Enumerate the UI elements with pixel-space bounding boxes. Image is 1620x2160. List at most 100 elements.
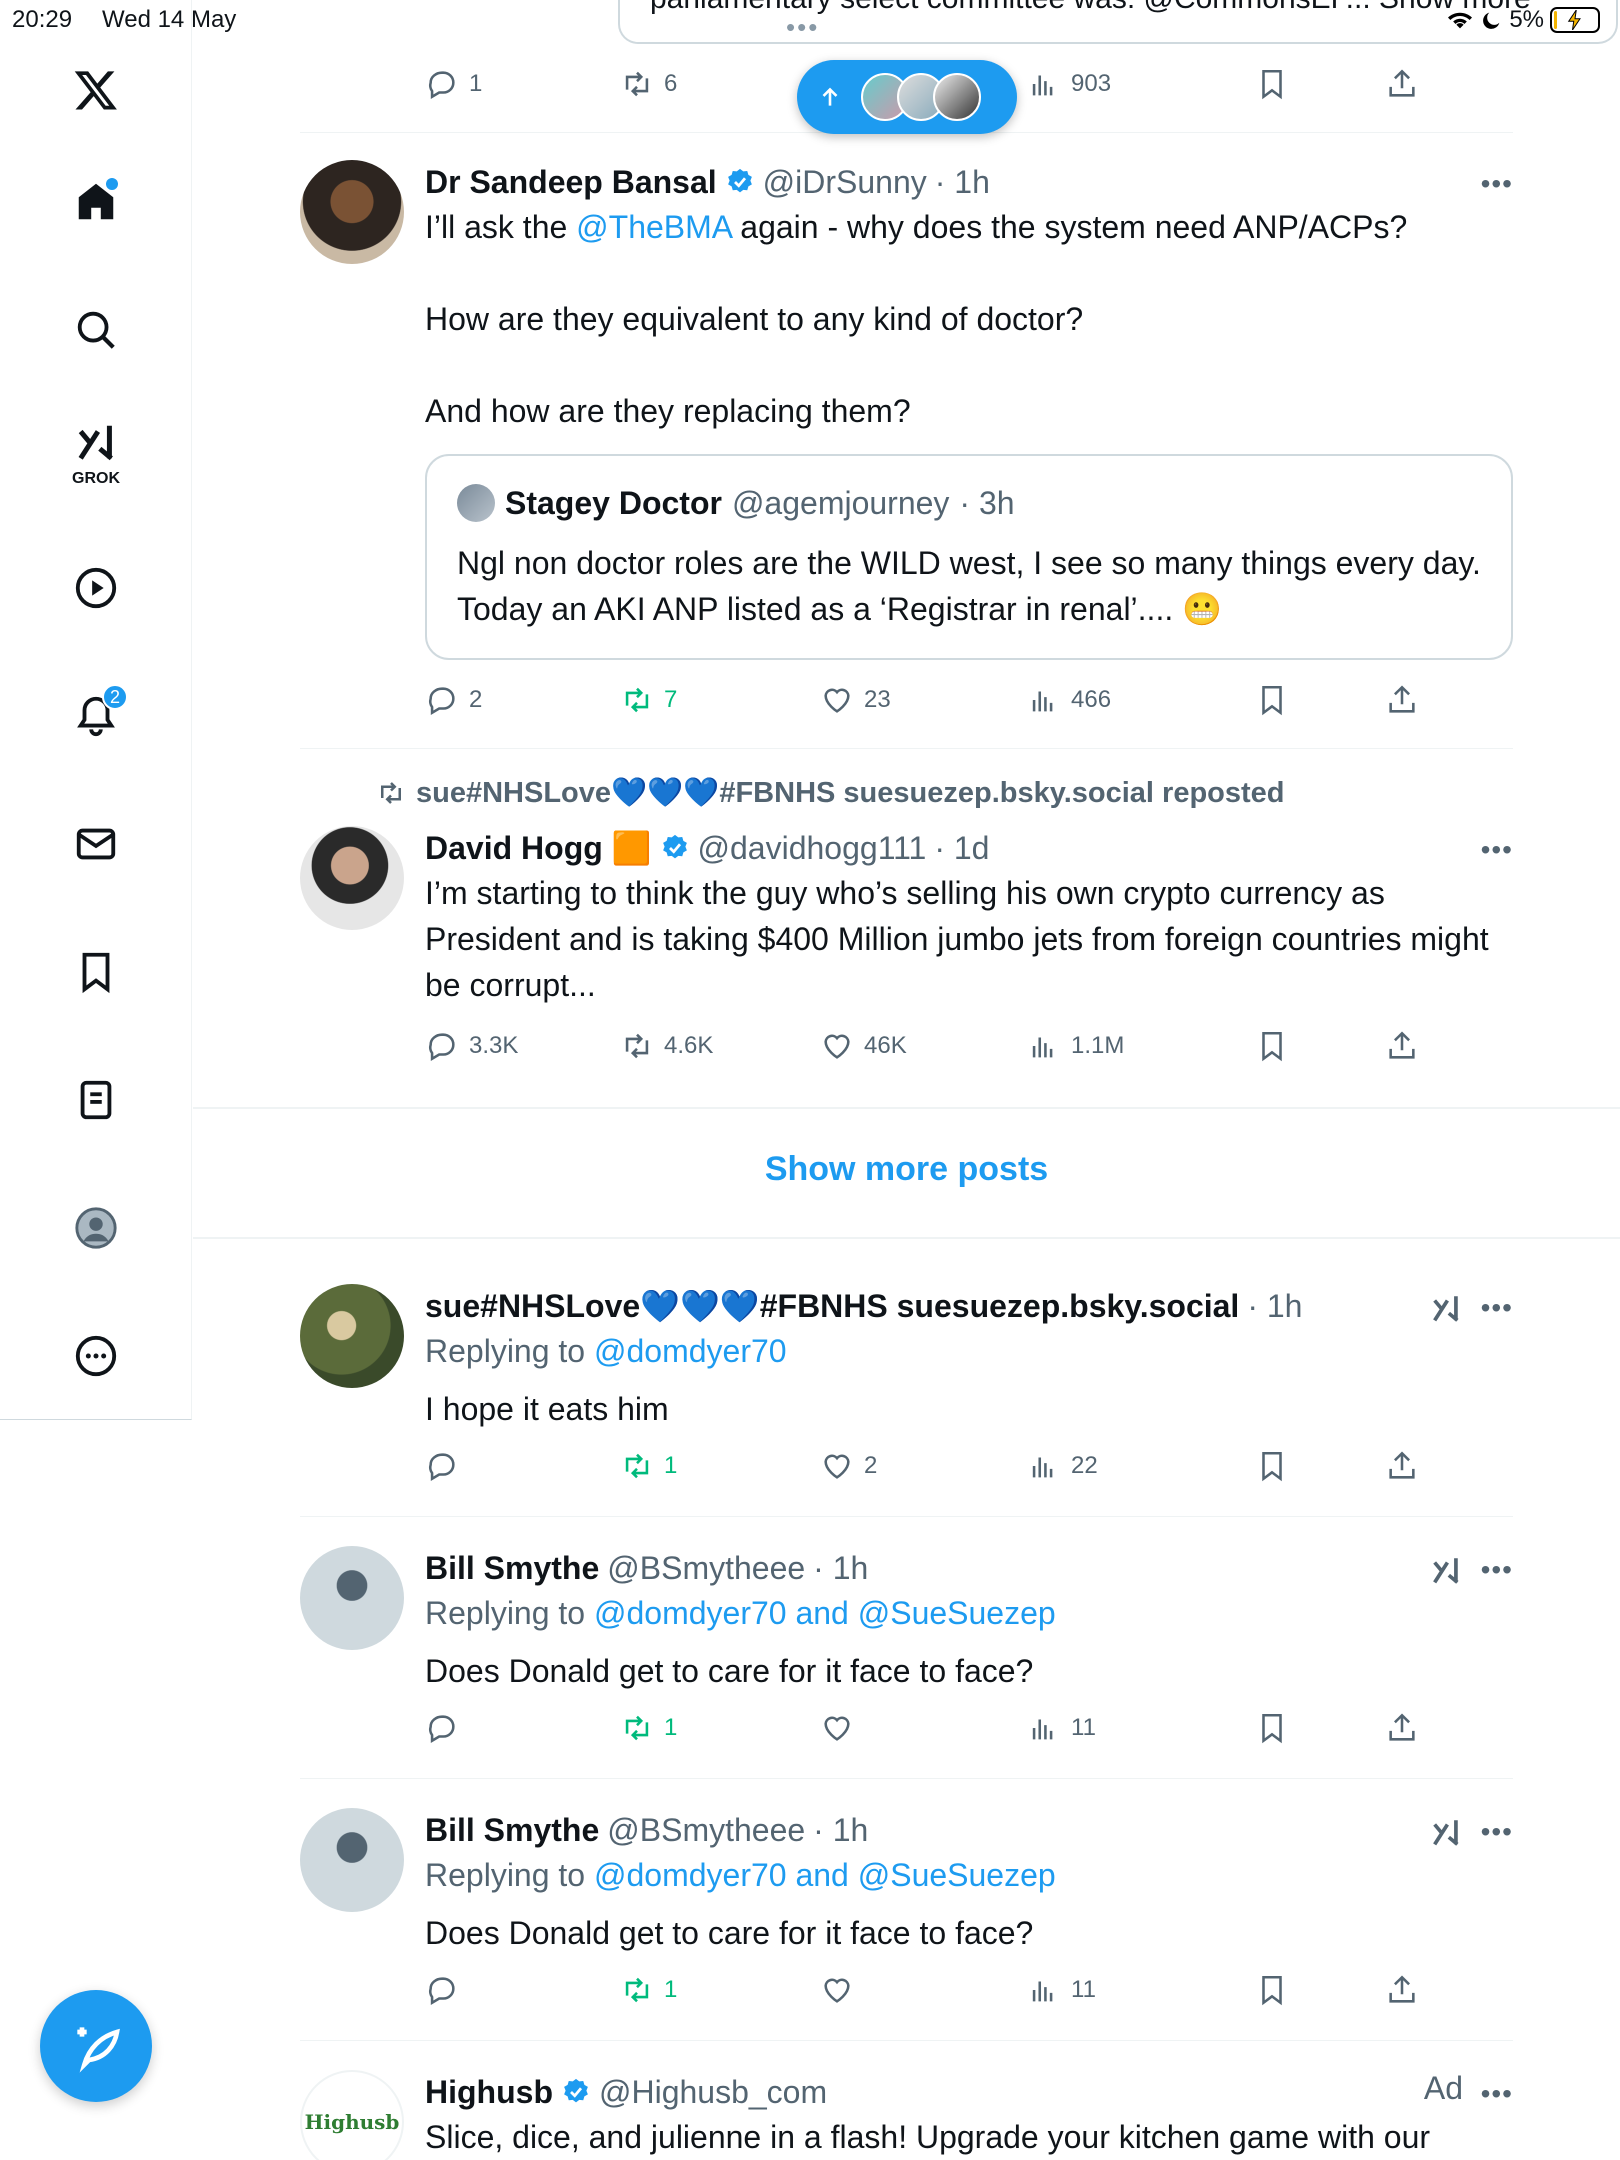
heart-icon	[824, 1034, 850, 1059]
reply-icon	[429, 1453, 455, 1482]
quoted-author-name: Stagey Doctor	[505, 484, 722, 521]
section-divider	[193, 1107, 1620, 1109]
repost-button[interactable]: 7	[620, 683, 677, 717]
lists-icon[interactable]	[60, 1064, 132, 1136]
avatar[interactable]	[300, 160, 404, 264]
search-icon[interactable]	[60, 294, 132, 366]
more-options-icon[interactable]: •••	[1481, 834, 1513, 866]
mention-link[interactable]: @TheBMA	[576, 209, 731, 245]
post-time[interactable]: · 1d	[934, 830, 989, 867]
home-icon[interactable]	[60, 166, 132, 238]
bookmark-button[interactable]	[1255, 67, 1289, 101]
repost-button[interactable]: 6	[620, 67, 677, 101]
status-bar: 20:29 Wed 14 May 5%	[0, 0, 1620, 40]
post-time[interactable]: · 1h	[813, 1550, 868, 1587]
bookmarks-icon[interactable]	[60, 936, 132, 1008]
more-options-icon[interactable]: •••	[1481, 168, 1513, 200]
author-name[interactable]: David Hogg 🟧	[425, 829, 652, 867]
avatar[interactable]	[300, 1808, 404, 1912]
more-options-icon[interactable]: •••	[1481, 1816, 1513, 1848]
author-name[interactable]: Bill Smythe	[425, 1812, 599, 1849]
notifications-icon[interactable]: 2	[60, 680, 132, 752]
grok-explain-icon[interactable]	[1429, 1816, 1463, 1850]
reply-icon	[429, 71, 455, 100]
more-options-icon[interactable]: •••	[1481, 2078, 1513, 2110]
verified-badge-icon	[727, 168, 752, 193]
views-button[interactable]: 22	[1027, 1449, 1098, 1483]
author-name[interactable]: Highusb	[425, 2074, 553, 2111]
messages-icon[interactable]	[60, 808, 132, 880]
bookmark-button[interactable]	[1255, 1711, 1289, 1745]
views-button[interactable]: 11	[1027, 1973, 1096, 2007]
views-button[interactable]: 1.1M	[1027, 1029, 1124, 1063]
avatar[interactable]	[300, 1546, 404, 1650]
repost-button[interactable]: 1	[620, 1711, 677, 1745]
repost-button[interactable]: 1	[620, 1973, 677, 2007]
reply-button[interactable]	[425, 1449, 459, 1483]
more-options-icon[interactable]: •••	[1481, 1554, 1513, 1586]
bookmark-icon	[1262, 1031, 1282, 1062]
profile-icon[interactable]	[60, 1192, 132, 1264]
share-button[interactable]	[1385, 67, 1419, 101]
more-options-icon[interactable]	[60, 1320, 132, 1392]
repost-button[interactable]: 1	[620, 1449, 677, 1483]
bookmark-button[interactable]	[1255, 1449, 1289, 1483]
share-button[interactable]	[1385, 1973, 1419, 2007]
author-handle[interactable]: @BSmytheee	[607, 1812, 805, 1849]
like-button[interactable]	[820, 1711, 854, 1745]
post-time[interactable]: · 1h	[1247, 1288, 1302, 1325]
views-button[interactable]: 466	[1027, 683, 1111, 717]
post-text: I hope it eats him	[425, 1391, 669, 1427]
grok-icon[interactable]: GROK	[60, 416, 132, 488]
grok-explain-icon[interactable]	[1429, 1292, 1463, 1326]
reply-count: 2	[469, 686, 483, 713]
post-time[interactable]: · 1h	[813, 1812, 868, 1849]
more-options-icon[interactable]: •••	[1481, 1292, 1513, 1324]
replying-to-link[interactable]: @domdyer70 and @SueSuezep	[594, 1857, 1056, 1893]
like-button[interactable]: 46K	[820, 1029, 907, 1063]
replying-to-link[interactable]: @domdyer70	[594, 1333, 787, 1369]
bookmark-button[interactable]	[1255, 1973, 1289, 2007]
new-post-avatar	[933, 73, 981, 121]
share-button[interactable]	[1385, 683, 1419, 717]
x-logo-icon[interactable]	[60, 54, 132, 126]
author-handle[interactable]: @Highusb_com	[599, 2074, 827, 2111]
author-handle[interactable]: @BSmytheee	[607, 1550, 805, 1587]
video-icon[interactable]	[60, 552, 132, 624]
replying-to-link[interactable]: @domdyer70 and @SueSuezep	[594, 1595, 1056, 1631]
repost-count: 1	[664, 1714, 678, 1741]
views-count: 1.1M	[1071, 1032, 1125, 1059]
show-more-posts-button[interactable]: Show more posts	[193, 1150, 1620, 1189]
post-time[interactable]: · 1h	[935, 164, 990, 201]
author-name[interactable]: Bill Smythe	[425, 1550, 599, 1587]
avatar[interactable]: Highusb	[300, 2070, 404, 2160]
views-button[interactable]: 11	[1027, 1711, 1096, 1745]
author-handle[interactable]: @iDrSunny	[763, 164, 927, 201]
reply-button[interactable]: 2	[425, 683, 482, 717]
grok-explain-icon[interactable]	[1429, 1554, 1463, 1588]
new-posts-pill[interactable]	[797, 60, 1017, 134]
quoted-post[interactable]: Stagey Doctor @agemjourney · 3h Ngl non …	[425, 454, 1513, 660]
avatar[interactable]	[300, 1284, 404, 1388]
repost-button[interactable]: 4.6K	[620, 1029, 713, 1063]
reply-button[interactable]	[425, 1973, 459, 2007]
like-button[interactable]: 23	[820, 683, 891, 717]
share-button[interactable]	[1385, 1449, 1419, 1483]
repost-icon	[625, 1977, 649, 2003]
compose-post-button[interactable]	[40, 1990, 152, 2102]
views-button[interactable]: 903	[1027, 67, 1111, 101]
author-name[interactable]: Dr Sandeep Bansal	[425, 164, 717, 201]
author-name[interactable]: sue#NHSLove💙💙💙#FBNHS suesuezep.bsky.soci…	[425, 1287, 1239, 1325]
author-handle[interactable]: @davidhogg111	[698, 830, 927, 867]
like-button[interactable]: 2	[820, 1449, 877, 1483]
avatar[interactable]	[300, 826, 404, 930]
repost-context[interactable]: sue#NHSLove💙💙💙#FBNHS suesuezep.bsky.soci…	[376, 776, 1285, 810]
like-button[interactable]	[820, 1973, 854, 2007]
reply-button[interactable]: 3.3K	[425, 1029, 518, 1063]
reply-button[interactable]: 1	[425, 67, 482, 101]
bookmark-button[interactable]	[1255, 1029, 1289, 1063]
share-button[interactable]	[1385, 1029, 1419, 1063]
share-button[interactable]	[1385, 1711, 1419, 1745]
reply-button[interactable]	[425, 1711, 459, 1745]
bookmark-button[interactable]	[1255, 683, 1289, 717]
